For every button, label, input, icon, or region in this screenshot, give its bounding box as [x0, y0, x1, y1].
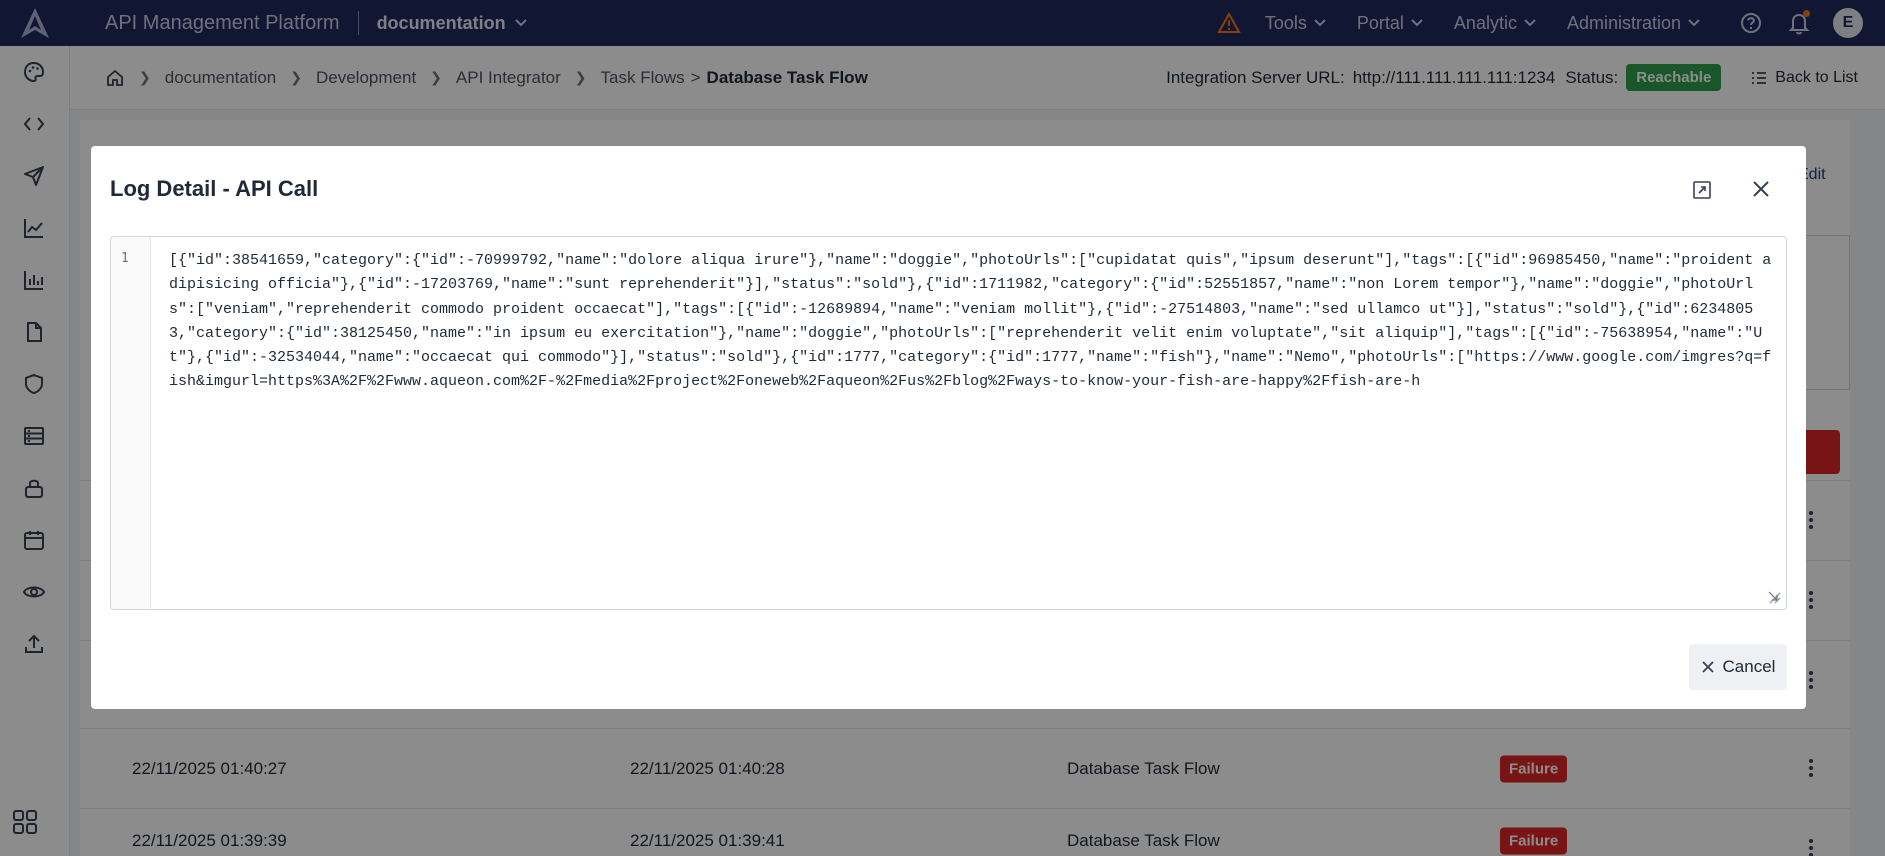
close-icon [1701, 661, 1714, 673]
log-content: [{"id":38541659,"category":{"id":-709997… [169, 252, 1772, 391]
cancel-label: Cancel [1722, 657, 1776, 676]
line-number: 1 [121, 251, 129, 266]
log-detail-modal: Log Detail - API Call 1 [{"id":38541659,… [91, 146, 1806, 709]
cancel-button[interactable]: Cancel [1689, 644, 1787, 690]
line-number-gutter: 1 [111, 237, 151, 609]
log-code-editor[interactable]: 1 [{"id":38541659,"category":{"id":-7099… [110, 236, 1787, 610]
resize-handle-icon[interactable] [1766, 589, 1782, 605]
expand-icon[interactable] [1692, 180, 1712, 200]
modal-title: Log Detail - API Call [110, 176, 319, 201]
close-icon[interactable] [1750, 178, 1772, 200]
